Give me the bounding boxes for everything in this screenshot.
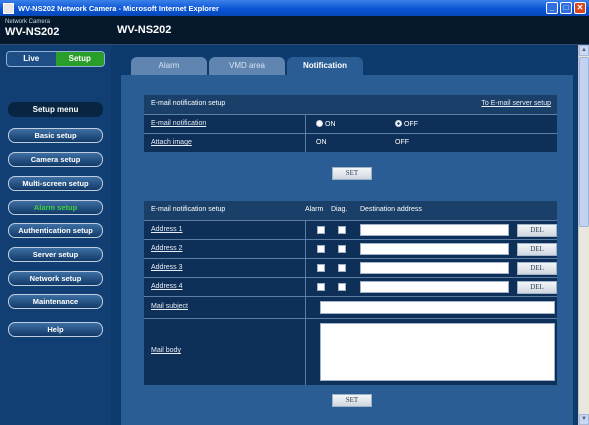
address-label[interactable]: Address 3 [151,264,183,271]
nav-network-setup[interactable]: Network setup [8,271,103,286]
brand-caption: Network Camera [5,19,51,25]
nav-basic-setup[interactable]: Basic setup [8,128,103,143]
address-label[interactable]: Address 4 [151,283,183,290]
attach-off-radio[interactable]: OFF [395,139,409,146]
address-input[interactable] [360,224,509,236]
ie-icon [3,2,14,14]
setup-sidebar: Live Setup Setup menu Basic setup Camera… [0,45,111,425]
mail-body-textarea[interactable] [320,323,555,381]
delete-button[interactable]: DEL [517,224,557,237]
tab-alarm[interactable]: Alarm [131,57,207,75]
nav-authentication-setup[interactable]: Authentication setup [8,223,103,238]
brand-model: WV-NS202 [5,26,60,38]
tab-vmd-area[interactable]: VMD area [209,57,285,75]
address-row: Address 1 DEL [144,220,557,239]
email-notification-panel: E-mail notification setup To E-mail serv… [144,95,557,152]
address-label[interactable]: Address 2 [151,245,183,252]
scroll-down-arrow-icon[interactable]: ▼ [579,414,589,425]
col-diag-header: Diag. [331,206,348,213]
alarm-checkbox[interactable] [317,264,325,272]
mode-switch: Live Setup [6,51,105,67]
attach-image-options: ON OFF [305,134,557,152]
set-button-top[interactable]: SET [332,167,372,180]
address-input[interactable] [360,281,509,293]
email-off-radio[interactable]: OFF [395,120,418,128]
email-notification-label[interactable]: E-mail notification [151,120,206,127]
address-controls: DEL [305,278,557,296]
email-server-setup-link[interactable]: To E-mail server setup [481,100,551,107]
mail-body-controls [305,319,557,385]
nav-multi-screen-setup[interactable]: Multi-screen setup [8,176,103,191]
nav-maintenance[interactable]: Maintenance [8,294,103,309]
window-controls: _ □ ✕ [546,2,586,14]
email-notification-row: E-mail notification ON OFF [144,114,557,133]
minimize-button[interactable]: _ [546,2,558,14]
diag-checkbox[interactable] [338,283,346,291]
address-panel-title: E-mail notification setup [151,206,226,213]
diag-checkbox[interactable] [338,226,346,234]
mail-subject-input[interactable] [320,301,555,314]
col-destination-header: Destination address [360,206,422,213]
window-titlebar: WV-NS202 Network Camera - Microsoft Inte… [0,0,589,16]
page-title: WV-NS202 [117,24,172,36]
delete-button[interactable]: DEL [517,243,557,256]
address-header: E-mail notification setup Alarm Diag. De… [144,201,557,220]
scroll-up-arrow-icon[interactable]: ▲ [579,45,589,56]
nav-alarm-setup[interactable]: Alarm setup [8,200,103,215]
nav-camera-setup[interactable]: Camera setup [8,152,103,167]
vertical-scrollbar[interactable]: ▲ ▼ [578,45,589,425]
address-row: Address 3 DEL [144,258,557,277]
nav-server-setup[interactable]: Server setup [8,247,103,262]
close-button[interactable]: ✕ [574,2,586,14]
email-notification-options: ON OFF [305,115,557,133]
attach-image-label[interactable]: Attach image [151,139,192,146]
mail-body-label[interactable]: Mail body [151,347,181,354]
window-title: WV-NS202 Network Camera - Microsoft Inte… [18,3,219,13]
panel-header: E-mail notification setup To E-mail serv… [144,95,557,114]
scrollbar-thumb[interactable] [579,57,589,227]
maximize-button[interactable]: □ [560,2,572,14]
delete-button[interactable]: DEL [517,262,557,275]
setup-menu-title: Setup menu [8,102,103,117]
address-controls: DEL [305,259,557,277]
address-panel: E-mail notification setup Alarm Diag. De… [144,201,557,385]
address-row: Address 4 DEL [144,277,557,296]
tab-panel: E-mail notification setup To E-mail serv… [121,75,573,425]
address-input[interactable] [360,262,509,274]
camera-header: Network Camera WV-NS202 WV-NS202 [0,16,589,45]
mail-subject-label[interactable]: Mail subject [151,303,188,310]
delete-button[interactable]: DEL [517,281,557,294]
tab-notification[interactable]: Notification [287,57,363,75]
diag-checkbox[interactable] [338,245,346,253]
address-controls: DEL [305,240,557,258]
mail-subject-row: Mail subject [144,296,557,318]
attach-image-row: Attach image ON OFF [144,133,557,152]
mail-subject-controls [305,297,557,318]
address-input[interactable] [360,243,509,255]
address-label[interactable]: Address 1 [151,226,183,233]
setup-button[interactable]: Setup [55,52,104,66]
diag-checkbox[interactable] [338,264,346,272]
nav-help[interactable]: Help [8,322,103,337]
mail-body-row: Mail body [144,318,557,385]
address-row: Address 2 DEL [144,239,557,258]
alarm-checkbox[interactable] [317,226,325,234]
alarm-checkbox[interactable] [317,245,325,253]
panel-title: E-mail notification setup [151,100,226,107]
email-on-radio[interactable]: ON [316,120,336,128]
attach-on-radio[interactable]: ON [316,139,327,146]
alarm-checkbox[interactable] [317,283,325,291]
live-button[interactable]: Live [7,52,56,66]
set-button-bottom[interactable]: SET [332,394,372,407]
address-controls: DEL [305,221,557,239]
col-alarm-header: Alarm [305,206,324,213]
main-content: Alarm VMD area Notification E-mail notif… [111,45,578,425]
